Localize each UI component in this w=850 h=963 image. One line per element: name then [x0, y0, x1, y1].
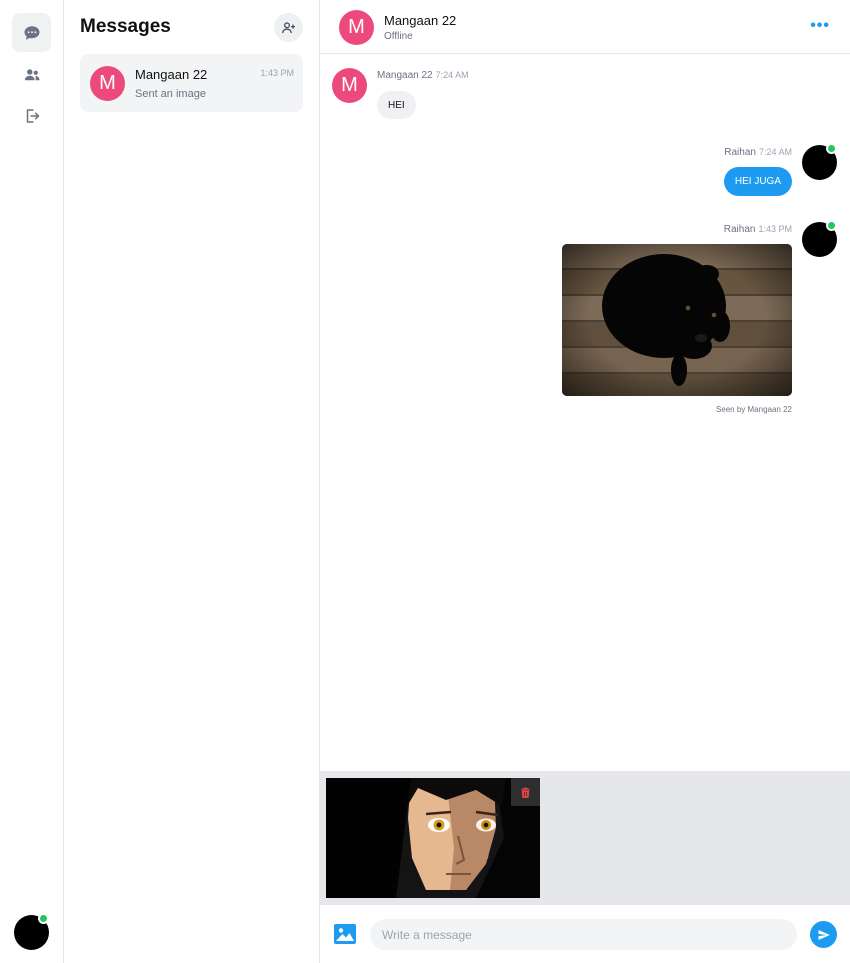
online-status-dot: [826, 220, 837, 231]
new-conversation-button[interactable]: [274, 13, 303, 42]
seen-receipt: Seen by Mangaan 22: [715, 405, 792, 414]
chats-nav-button[interactable]: [12, 13, 51, 52]
conversation-preview: Sent an image: [135, 88, 206, 100]
black-puppy-photo[interactable]: [562, 244, 792, 396]
current-user-avatar[interactable]: [14, 913, 49, 950]
logout-icon: [26, 108, 39, 123]
send-icon: [817, 929, 830, 940]
nav-rail: [0, 0, 64, 963]
contact-avatar: M: [90, 66, 125, 101]
anime-portrait-image: [326, 778, 540, 898]
message-time: 7:24 AM: [435, 70, 469, 80]
delete-attachment-button[interactable]: [511, 778, 540, 806]
my-avatar: [802, 143, 837, 180]
attachment-preview-tray: [320, 771, 850, 905]
contact-status: Offline: [384, 31, 413, 42]
chat-header: M Mangaan 22 Offline •••: [320, 0, 850, 54]
message-composer: [320, 905, 850, 963]
page-title: Messages: [80, 16, 171, 37]
message-sender: Raihan: [724, 147, 756, 158]
users-icon: [24, 68, 39, 80]
message-time: 7:24 AM: [758, 147, 792, 157]
online-status-dot: [826, 143, 837, 154]
message-meta: Raihan 1:43 PM: [724, 224, 792, 235]
ellipsis-icon[interactable]: •••: [810, 17, 830, 35]
message-sender: Raihan: [723, 224, 756, 235]
add-user-icon: [281, 21, 295, 33]
contacts-nav-button[interactable]: [12, 55, 51, 94]
send-button[interactable]: [810, 921, 837, 948]
chat-bubble-icon: [24, 25, 39, 40]
conversation-list: Messages M Mangaan 22 1:43 PM Sent an im…: [64, 0, 320, 963]
message-sender: Mangaan 22: [377, 70, 433, 81]
logout-nav-button[interactable]: [12, 96, 51, 135]
trash-icon: [521, 787, 530, 798]
conversation-name: Mangaan 22: [135, 67, 208, 82]
outgoing-message-bubble: HEI JUGA: [723, 167, 792, 196]
message-meta: Mangaan 22 7:24 AM: [377, 70, 469, 81]
chat-panel: M Mangaan 22 Offline ••• M Mangaan 22 7:2…: [320, 0, 850, 963]
online-status-dot: [38, 913, 49, 924]
message-time: 1:43 PM: [758, 224, 792, 234]
conversation-item[interactable]: M Mangaan 22 1:43 PM Sent an image: [80, 54, 303, 112]
image-icon[interactable]: [334, 924, 356, 944]
message-input[interactable]: [370, 919, 797, 950]
contact-avatar[interactable]: M: [339, 10, 374, 45]
conversation-time: 1:43 PM: [260, 68, 294, 78]
my-avatar: [802, 220, 837, 257]
incoming-message-bubble: HEI: [377, 91, 416, 119]
message-meta: Raihan 7:24 AM: [724, 147, 792, 158]
sender-avatar: M: [332, 68, 367, 103]
contact-name: Mangaan 22: [384, 13, 457, 28]
messenger-app: Messages M Mangaan 22 1:43 PM Sent an im…: [0, 0, 850, 963]
